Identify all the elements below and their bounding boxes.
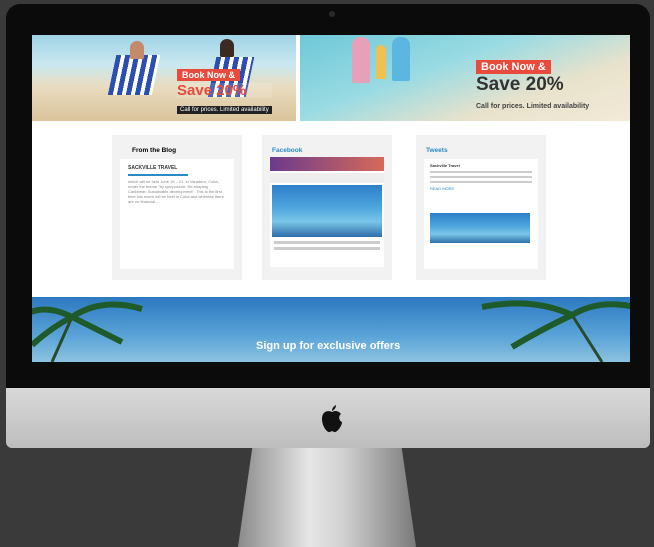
imac-frame: Book Now & Save 20% Call for prices. Lim… [0, 0, 654, 547]
tweet[interactable]: Sackville Travel READ MORE [424, 159, 538, 269]
beach-chair [107, 55, 161, 95]
resort-photo [430, 213, 530, 243]
tweet-line [430, 181, 532, 183]
divider [128, 174, 188, 176]
tweet-author[interactable]: Sackville Travel [430, 163, 532, 168]
facebook-cover-image [270, 157, 384, 171]
facebook-feed[interactable] [270, 157, 384, 267]
promo-save-label: Save 20% [177, 83, 272, 98]
palm-tree-icon [481, 300, 630, 362]
blog-post-body: which will be held June 19 – 21, in Vara… [128, 179, 224, 204]
facebook-post-line [274, 247, 380, 250]
blog-post[interactable]: SACKVILLE TRAVEL which will be held June… [120, 159, 234, 269]
promo-book-label: Book Now & [476, 60, 551, 74]
read-more-link[interactable]: READ MORE [430, 186, 532, 191]
promo-call-label: Call for prices. Limited availability [476, 103, 590, 110]
blog-post-title[interactable]: SACKVILLE TRAVEL [128, 165, 226, 171]
promo-left: Book Now & Save 20% Call for prices. Lim… [177, 65, 272, 116]
person [220, 39, 234, 57]
palm-tree-icon [32, 301, 143, 362]
monitor-stand [238, 448, 416, 547]
person [130, 41, 144, 59]
tweet-line [430, 171, 532, 173]
facebook-card: Facebook [262, 135, 392, 280]
promo-book-label: Book Now & [177, 69, 240, 81]
facebook-post-line [274, 241, 380, 244]
camera-icon [329, 11, 335, 17]
banner-beach-chairs[interactable]: Book Now & Save 20% Call for prices. Lim… [32, 35, 296, 121]
promo-save-label: Save 20% [476, 74, 564, 95]
person [352, 37, 370, 83]
blog-card: From the Blog SACKVILLE TRAVEL which wil… [112, 135, 242, 280]
blog-title: From the Blog [132, 147, 177, 154]
signup-banner[interactable]: Sign up for exclusive offers [32, 297, 630, 362]
facebook-title: Facebook [272, 147, 303, 154]
tweets-card: Tweets Sackville Travel READ MORE [416, 135, 546, 280]
person [376, 45, 386, 79]
tweet-line [430, 176, 532, 178]
apple-logo-icon [322, 405, 342, 433]
resort-photo [272, 185, 382, 237]
facebook-friends-row [270, 173, 384, 183]
tweets-title: Tweets [426, 147, 448, 154]
promo-right: Book Now & Save 20% Call for prices. Lim… [476, 57, 589, 113]
website-screen: Book Now & Save 20% Call for prices. Lim… [32, 35, 630, 362]
person [392, 37, 410, 81]
banner-beach-family[interactable]: Book Now & Save 20% Call for prices. Lim… [300, 35, 630, 121]
promo-call-label: Call for prices. Limited availability [177, 106, 272, 114]
signup-label[interactable]: Sign up for exclusive offers [256, 340, 400, 352]
